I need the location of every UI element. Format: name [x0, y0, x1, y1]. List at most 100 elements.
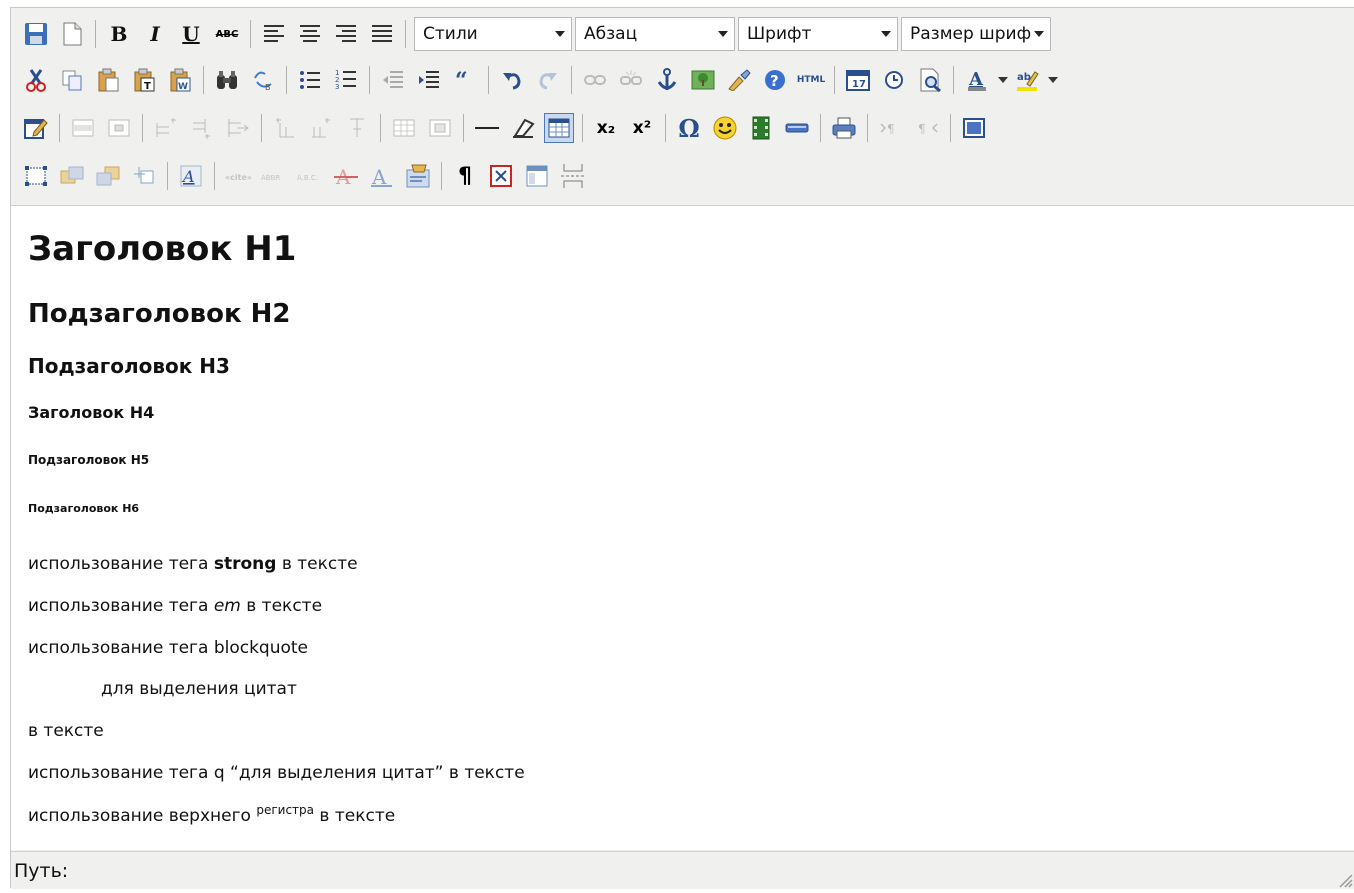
style-props-icon[interactable]: A — [176, 161, 206, 191]
merge-cells-icon[interactable] — [425, 113, 455, 143]
unlink-icon[interactable] — [616, 65, 646, 95]
delete-row-icon[interactable] — [223, 113, 253, 143]
toolbar-separator — [488, 66, 489, 94]
insert-date-icon[interactable]: 17 — [843, 65, 873, 95]
media-icon[interactable] — [746, 113, 776, 143]
insert-col-before-icon[interactable] — [270, 113, 300, 143]
paragraph-text: использование верхнего — [28, 806, 257, 826]
heading-h3: Подзаголовок H3 — [28, 354, 230, 378]
new-document-icon[interactable] — [57, 19, 87, 49]
italic-icon[interactable]: I — [140, 19, 170, 49]
ltr-icon[interactable]: ¶ — [876, 113, 906, 143]
toolbar-separator — [820, 114, 821, 142]
rtl-icon[interactable]: ¶ — [912, 113, 942, 143]
insert-layer-icon[interactable] — [21, 161, 51, 191]
remove-format-icon[interactable] — [508, 113, 538, 143]
image-icon[interactable] — [688, 65, 718, 95]
resize-grip-icon[interactable] — [1337, 871, 1353, 888]
highlight-color-icon[interactable]: ab — [1012, 65, 1042, 95]
bold-icon[interactable]: B — [104, 19, 134, 49]
insert-col-after-icon[interactable] — [306, 113, 336, 143]
help-icon[interactable]: ? — [760, 65, 790, 95]
absolute-icon[interactable] — [129, 161, 159, 191]
save-icon[interactable] — [21, 19, 51, 49]
toolbar-separator — [167, 162, 168, 190]
align-left-icon[interactable] — [259, 19, 289, 49]
svg-text:¶: ¶ — [918, 122, 926, 135]
subscript-icon[interactable]: x₂ — [591, 113, 621, 143]
chevron-down-icon[interactable] — [1048, 65, 1058, 95]
cell-props-icon[interactable] — [104, 113, 134, 143]
preview-icon[interactable] — [915, 65, 945, 95]
replace-icon[interactable]: B — [248, 65, 278, 95]
table-icon[interactable] — [544, 113, 574, 143]
template-icon[interactable] — [522, 161, 552, 191]
insert-row-before-icon[interactable] — [151, 113, 181, 143]
emoticon-icon[interactable] — [710, 113, 740, 143]
del-icon[interactable]: A — [331, 161, 361, 191]
paragraph-select[interactable]: Абзац — [575, 17, 735, 51]
redo-icon[interactable] — [533, 65, 563, 95]
anchor-icon[interactable] — [652, 65, 682, 95]
superscript-icon[interactable]: x² — [627, 113, 657, 143]
abbr-icon[interactable]: ABBR — [259, 161, 289, 191]
visual-chars-icon[interactable]: ¶ — [450, 161, 480, 191]
indent-icon[interactable] — [414, 65, 444, 95]
toolbar-row-3: x₂ x² Ω ¶ ¶ — [21, 112, 995, 144]
ins-icon[interactable]: A — [367, 161, 397, 191]
print-icon[interactable] — [829, 113, 859, 143]
insert-time-icon[interactable] — [879, 65, 909, 95]
special-char-icon[interactable]: Ω — [674, 113, 704, 143]
outdent-icon[interactable] — [378, 65, 408, 95]
attributes-icon[interactable] — [403, 161, 433, 191]
heading-h6: Подзаголовок H6 — [28, 502, 140, 515]
align-right-icon[interactable] — [331, 19, 361, 49]
paste-text-icon[interactable]: T — [129, 65, 159, 95]
editor-content[interactable]: Заголовок H1 Подзаголовок H2 Подзаголово… — [11, 206, 1354, 850]
blockquote-icon[interactable]: “ — [450, 65, 480, 95]
paste-icon[interactable] — [93, 65, 123, 95]
edit-icon[interactable] — [21, 113, 51, 143]
advanced-hr-icon[interactable] — [782, 113, 812, 143]
underline-icon[interactable]: U — [176, 19, 206, 49]
bullet-list-icon[interactable] — [295, 65, 325, 95]
align-justify-icon[interactable] — [367, 19, 397, 49]
svg-text:3: 3 — [335, 83, 339, 91]
row-props-icon[interactable] — [68, 113, 98, 143]
move-forward-icon[interactable] — [57, 161, 87, 191]
move-backward-icon[interactable] — [93, 161, 123, 191]
delete-col-icon[interactable] — [342, 113, 372, 143]
html-icon[interactable]: HTML — [796, 65, 826, 95]
toolbar-separator — [286, 66, 287, 94]
numbered-list-icon[interactable]: 123 — [331, 65, 361, 95]
toolbar-row-1: B I U ABC Стили Абзац Шрифт Размер шриф· — [21, 17, 1054, 51]
cleanup-icon[interactable] — [724, 65, 754, 95]
toolbar-separator — [95, 20, 96, 48]
acronym-icon[interactable]: A.B.C. — [295, 161, 325, 191]
undo-icon[interactable] — [497, 65, 527, 95]
horizontal-rule-icon[interactable] — [472, 113, 502, 143]
fullscreen-icon[interactable] — [959, 113, 989, 143]
text-color-icon[interactable]: A — [962, 65, 992, 95]
find-icon[interactable] — [212, 65, 242, 95]
svg-text:¶: ¶ — [887, 122, 895, 135]
strikethrough-icon[interactable]: ABC — [212, 19, 242, 49]
font-select[interactable]: Шрифт — [738, 17, 898, 51]
cite-icon[interactable]: «cite» — [223, 161, 253, 191]
heading-h1: Заголовок H1 — [28, 229, 297, 269]
svg-text:A: A — [968, 69, 984, 90]
link-icon[interactable] — [580, 65, 610, 95]
align-center-icon[interactable] — [295, 19, 325, 49]
paste-word-icon[interactable]: W — [165, 65, 195, 95]
split-cells-icon[interactable] — [389, 113, 419, 143]
chevron-down-icon[interactable] — [998, 65, 1008, 95]
font-size-select[interactable]: Размер шриф· — [901, 17, 1051, 51]
toolbar-separator — [867, 114, 868, 142]
insert-row-after-icon[interactable] — [187, 113, 217, 143]
styles-select[interactable]: Стили — [414, 17, 572, 51]
page-break-icon[interactable] — [558, 161, 588, 191]
cut-icon[interactable] — [21, 65, 51, 95]
copy-icon[interactable] — [57, 65, 87, 95]
toolbar-separator — [59, 114, 60, 142]
non-breaking-icon[interactable] — [486, 161, 516, 191]
